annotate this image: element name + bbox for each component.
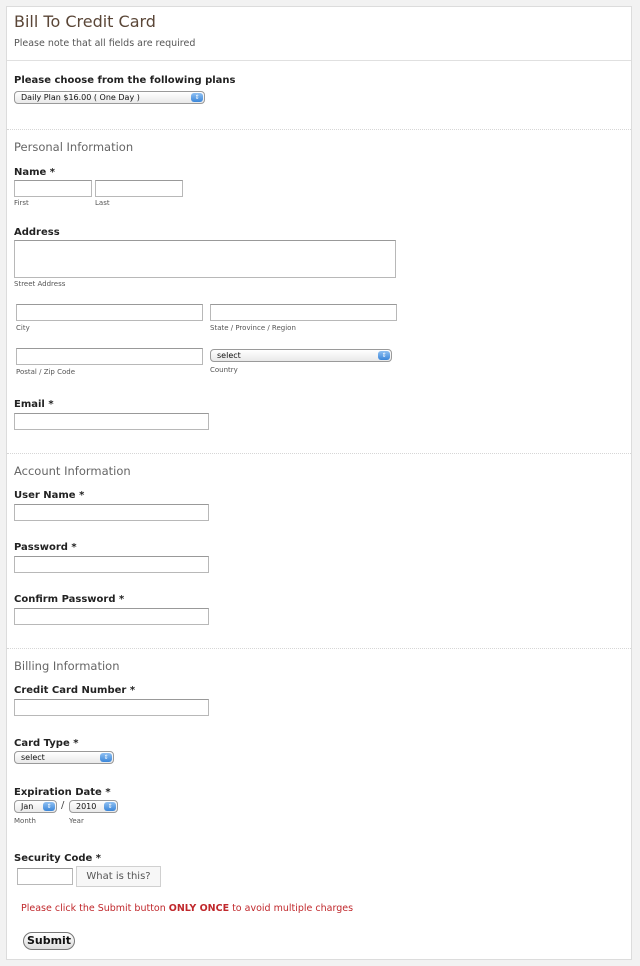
divider <box>7 129 631 130</box>
username-input[interactable] <box>14 504 209 521</box>
credit-card-number-label: Credit Card Number * <box>14 685 136 696</box>
divider <box>7 648 631 649</box>
zip-input[interactable] <box>16 348 203 365</box>
username-label: User Name * <box>14 490 85 501</box>
select-arrows-icon: ⇕ <box>43 802 55 811</box>
card-type-label: Card Type * <box>14 738 79 749</box>
last-sublabel: Last <box>95 199 110 207</box>
credit-card-number-input[interactable] <box>14 699 209 716</box>
state-input[interactable] <box>210 304 397 321</box>
section-heading-personal: Personal Information <box>14 140 134 154</box>
page-subtitle: Please note that all fields are required <box>14 38 196 49</box>
name-label: Name * <box>14 167 56 178</box>
year-select-value: 2010 <box>76 802 97 811</box>
billing-form: Bill To Credit Card Please note that all… <box>6 6 632 960</box>
submit-button[interactable]: Submit <box>23 932 75 950</box>
country-select-value: select <box>217 351 241 360</box>
expiration-month-select[interactable]: Jan ⇕ <box>14 800 57 813</box>
select-arrows-icon: ⇕ <box>104 802 116 811</box>
year-sublabel: Year <box>69 817 84 825</box>
email-input[interactable] <box>14 413 209 430</box>
expiration-year-select[interactable]: 2010 ⇕ <box>69 800 118 813</box>
password-input[interactable] <box>14 556 209 573</box>
what-is-this-button[interactable]: What is this? <box>76 866 161 887</box>
city-input[interactable] <box>16 304 203 321</box>
country-sublabel: Country <box>210 366 238 374</box>
plan-select[interactable]: Daily Plan $16.00 ( One Day ) ⇕ <box>14 91 205 104</box>
divider <box>7 453 631 454</box>
select-arrows-icon: ⇕ <box>100 753 112 762</box>
select-arrows-icon: ⇕ <box>378 351 390 360</box>
first-sublabel: First <box>14 199 29 207</box>
zip-sublabel: Postal / Zip Code <box>16 368 76 376</box>
section-heading-billing: Billing Information <box>14 659 120 673</box>
country-select[interactable]: select ⇕ <box>210 349 392 362</box>
address-label: Address <box>14 227 60 238</box>
date-separator: / <box>61 800 65 811</box>
city-sublabel: City <box>16 324 30 332</box>
last-name-input[interactable] <box>95 180 183 197</box>
email-label: Email * <box>14 399 54 410</box>
warning-text-bold: ONLY ONCE <box>168 903 230 914</box>
security-code-label: Security Code * <box>14 853 102 864</box>
first-name-input[interactable] <box>14 180 92 197</box>
select-arrows-icon: ⇕ <box>191 93 203 102</box>
page-title: Bill To Credit Card <box>14 12 156 31</box>
card-type-select-value: select <box>21 753 45 762</box>
section-heading-account: Account Information <box>14 464 131 478</box>
plan-select-value: Daily Plan $16.00 ( One Day ) <box>21 93 140 102</box>
month-select-value: Jan <box>21 802 34 811</box>
expiration-date-label: Expiration Date * <box>14 787 111 798</box>
street-address-sublabel: Street Address <box>14 280 66 288</box>
confirm-password-input[interactable] <box>14 608 209 625</box>
submit-warning: Please click the Submit button ONLY ONCE… <box>21 903 353 914</box>
state-sublabel: State / Province / Region <box>210 324 296 332</box>
plans-label: Please choose from the following plans <box>14 75 236 86</box>
warning-text-post: to avoid multiple charges <box>229 903 354 914</box>
password-label: Password * <box>14 542 77 553</box>
card-type-select[interactable]: select ⇕ <box>14 751 114 764</box>
street-address-input[interactable] <box>14 240 396 278</box>
month-sublabel: Month <box>14 817 36 825</box>
confirm-password-label: Confirm Password * <box>14 594 125 605</box>
divider <box>7 60 631 61</box>
warning-text-pre: Please click the Submit button <box>21 903 169 914</box>
security-code-input[interactable] <box>17 868 73 885</box>
